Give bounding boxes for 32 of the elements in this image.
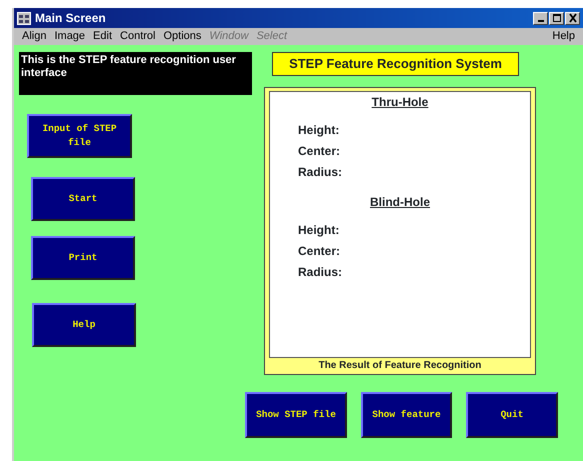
- maximize-button[interactable]: [549, 12, 564, 24]
- form-button[interactable]: Help: [32, 303, 136, 347]
- menu-item[interactable]: Help: [548, 31, 579, 42]
- field-label: Height:: [298, 223, 340, 237]
- form-button[interactable]: Input of STEP file: [27, 114, 132, 158]
- panel-caption: The Result of Feature Recognition: [318, 359, 482, 373]
- menu-item[interactable]: Image: [50, 31, 90, 42]
- window-title: Main Screen: [35, 10, 106, 27]
- field-label: Center:: [298, 244, 340, 258]
- close-button[interactable]: [565, 12, 580, 24]
- menu-item[interactable]: Edit: [89, 31, 116, 42]
- form-button[interactable]: Show feature: [361, 392, 452, 438]
- field-label: Radius:: [298, 265, 342, 279]
- menu-item[interactable]: Options: [159, 31, 206, 42]
- form-button[interactable]: Start: [31, 177, 135, 221]
- minimize-button[interactable]: [533, 12, 548, 24]
- close-icon: [568, 13, 578, 23]
- field-label: Radius:: [298, 165, 342, 179]
- maximize-icon: [552, 13, 562, 23]
- app-icon: [17, 12, 31, 24]
- info-text: This is the STEP feature recognition user interface: [19, 52, 252, 95]
- menu-item[interactable]: Control: [116, 31, 160, 42]
- minimize-icon: [538, 20, 544, 22]
- field-label: Height:: [298, 123, 340, 137]
- system-title: STEP Feature Recognition System: [272, 52, 519, 76]
- form-button[interactable]: Print: [31, 236, 135, 280]
- form-button[interactable]: Show STEP file: [245, 392, 347, 438]
- field-label: Center:: [298, 144, 340, 158]
- section-heading: Thru-Hole: [372, 94, 428, 111]
- section-heading: Blind-Hole: [370, 194, 430, 211]
- form-button[interactable]: Quit: [466, 392, 558, 438]
- menu-item[interactable]: Align: [18, 31, 50, 42]
